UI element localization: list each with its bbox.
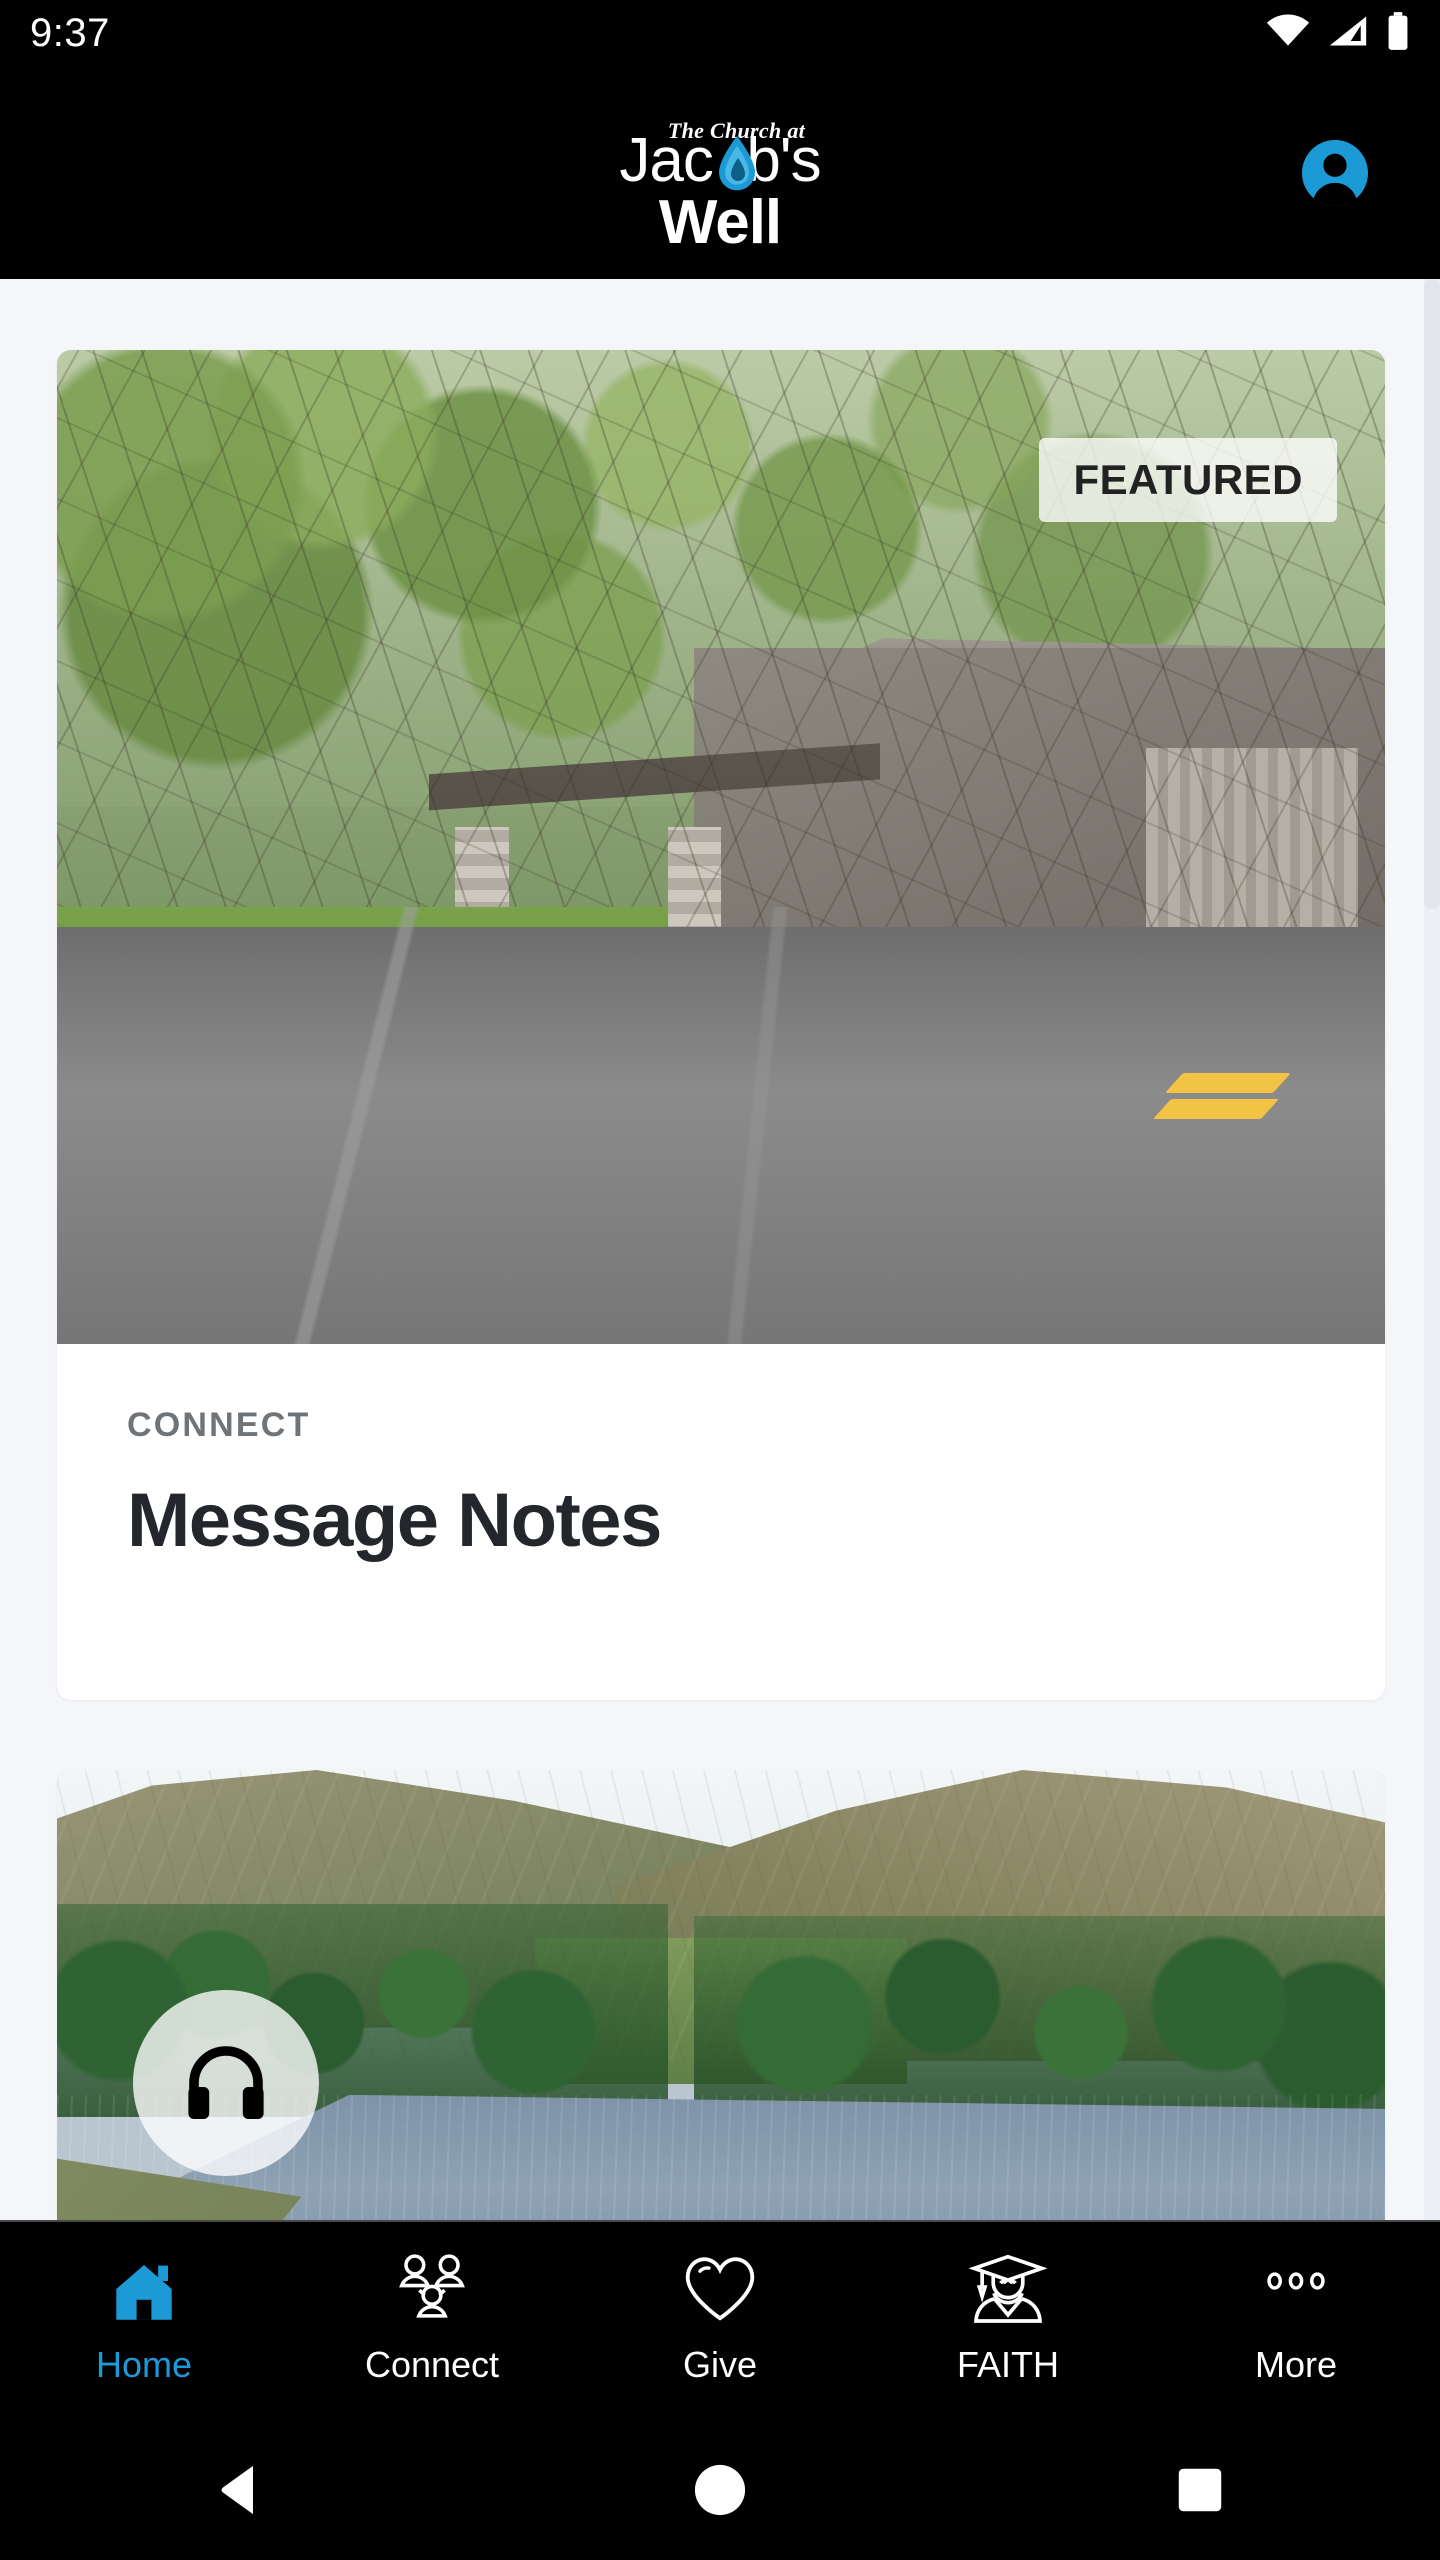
tab-label-give: Give <box>682 2344 758 2385</box>
brand-line2: Well <box>658 187 782 257</box>
pavement-arrow-marking <box>1153 1069 1292 1125</box>
tab-faith[interactable]: FAITH <box>864 2222 1152 2386</box>
people-group-icon <box>392 2248 472 2330</box>
recents-square-icon[interactable] <box>1140 2420 1260 2560</box>
tab-connect[interactable]: Connect <box>288 2222 576 2386</box>
account-avatar-icon[interactable] <box>1302 139 1368 206</box>
tab-more[interactable]: More <box>1152 2222 1440 2386</box>
card-title: Message Notes <box>127 1478 662 1563</box>
tab-label-more: More <box>1254 2344 1338 2385</box>
home-icon <box>104 2248 184 2330</box>
brand-line1-tail: b's <box>746 125 821 195</box>
feed-scroll-area[interactable]: FEATURED CONNECT Message Notes <box>0 279 1440 2220</box>
app-header: The Church at Jacob's Well <box>0 66 1440 279</box>
wifi-icon <box>1266 14 1310 53</box>
battery-icon <box>1386 11 1410 55</box>
ellipsis-icon <box>1256 2248 1336 2330</box>
tab-label-connect: Connect <box>364 2344 500 2385</box>
feed-card-audio[interactable] <box>57 1770 1385 2220</box>
home-circle-icon[interactable] <box>660 2420 780 2560</box>
status-icons <box>1266 11 1410 55</box>
cellular-signal-icon <box>1328 14 1368 53</box>
brand-line1-head: Jac <box>619 125 713 195</box>
tab-home[interactable]: Home <box>0 2222 288 2386</box>
back-triangle-icon[interactable] <box>180 2420 300 2560</box>
tab-label-faith: FAITH <box>956 2344 1059 2385</box>
card-eyebrow: CONNECT <box>127 1406 311 1444</box>
scrollbar-thumb[interactable] <box>1424 279 1440 909</box>
card-body: CONNECT Message Notes <box>57 1344 1385 1564</box>
brand-logo[interactable]: The Church at Jacob's Well <box>570 108 870 254</box>
card-image-church: FEATURED <box>57 350 1385 1344</box>
status-bar: 9:37 <box>0 0 1440 66</box>
system-navigation-bar <box>0 2420 1440 2560</box>
tab-label-home: Home <box>95 2344 193 2385</box>
tab-give[interactable]: Give <box>576 2222 864 2386</box>
status-badge-featured: FEATURED <box>1039 438 1337 522</box>
water-drop-icon <box>717 135 757 192</box>
card-image-valley <box>57 1770 1385 2220</box>
scrollbar-track[interactable] <box>1424 279 1440 2220</box>
headphones-icon[interactable] <box>133 1990 319 2176</box>
graduate-icon <box>968 2248 1048 2330</box>
bottom-tab-bar: Home Connect Give FAITH More <box>0 2220 1440 2420</box>
feed-card-featured[interactable]: FEATURED CONNECT Message Notes <box>57 350 1385 1700</box>
heart-icon <box>680 2248 760 2330</box>
status-clock: 9:37 <box>30 10 110 55</box>
